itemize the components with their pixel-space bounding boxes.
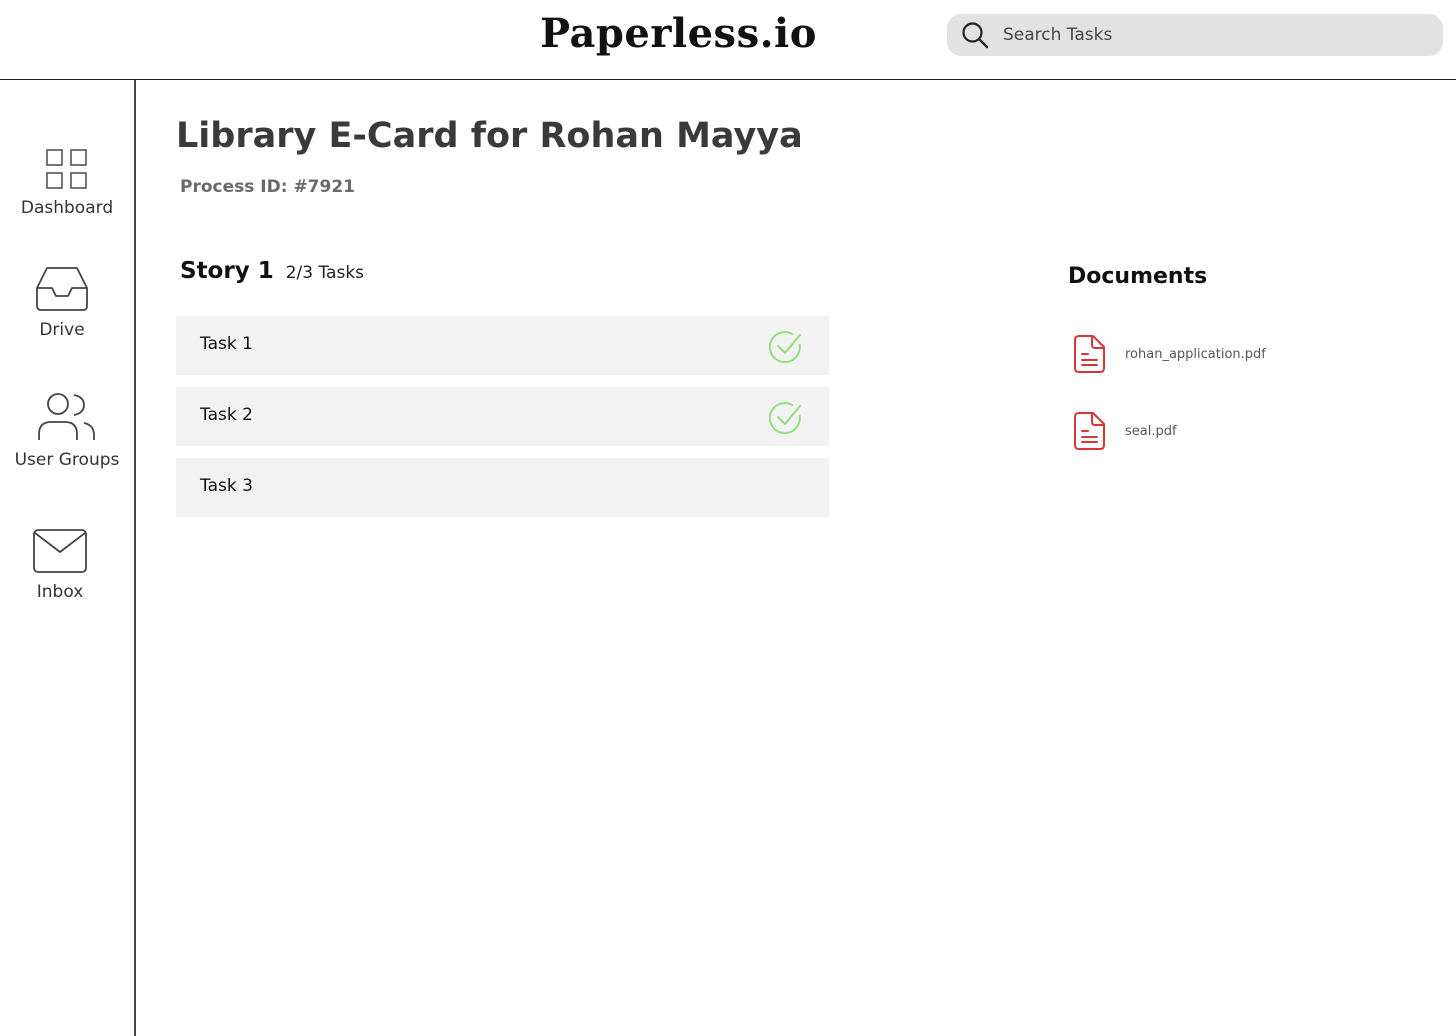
task-row[interactable]: Task 2 [176,387,829,446]
task-row[interactable]: Task 3 [176,458,829,517]
process-id: Process ID: #7921 [180,177,355,197]
story-header: Story 1 2/3 Tasks [180,258,364,284]
top-header: Paperless.io [0,0,1456,80]
document-name: seal.pdf [1125,423,1177,439]
app-window: Paperless.io Dashboard Drive [0,0,1456,1036]
sidebar-item-user-groups[interactable]: User Groups [0,392,134,470]
sidebar-item-label: Dashboard [20,198,114,218]
document-item[interactable]: rohan_application.pdf [1072,334,1266,374]
search-bar[interactable] [947,14,1443,56]
dashboard-grid-icon [46,149,87,189]
page-title: Library E-Card for Rohan Mayya [176,116,803,156]
documents-heading: Documents [1068,264,1208,289]
check-circle-icon [769,331,801,364]
task-list: Task 1 Task 2 Task 3 [176,316,829,529]
task-row[interactable]: Task 1 [176,316,829,375]
task-label: Task 3 [200,476,253,496]
sidebar: Dashboard Drive User Groups Inbox [0,80,136,1036]
story-progress: 2/3 Tasks [285,263,365,283]
check-circle-icon [769,402,801,435]
task-label: Task 2 [200,405,253,425]
task-label: Task 1 [200,334,253,354]
brand-logo[interactable]: Paperless.io [540,10,817,57]
sidebar-item-dashboard[interactable]: Dashboard [0,148,134,218]
search-icon[interactable] [961,21,989,49]
sidebar-item-label: Drive [39,320,85,340]
mail-icon [33,529,87,573]
document-icon [1074,412,1105,450]
sidebar-item-label: User Groups [14,450,120,470]
sidebar-item-inbox[interactable]: Inbox [0,528,120,602]
document-name: rohan_application.pdf [1125,346,1266,362]
sidebar-item-label: Inbox [36,582,84,602]
inbox-tray-icon [36,267,88,311]
sidebar-item-drive[interactable]: Drive [0,266,124,340]
document-icon [1074,335,1105,373]
search-input[interactable] [1001,24,1425,46]
story-title: Story 1 [180,258,274,284]
document-item[interactable]: seal.pdf [1072,411,1177,451]
users-icon [38,393,95,440]
